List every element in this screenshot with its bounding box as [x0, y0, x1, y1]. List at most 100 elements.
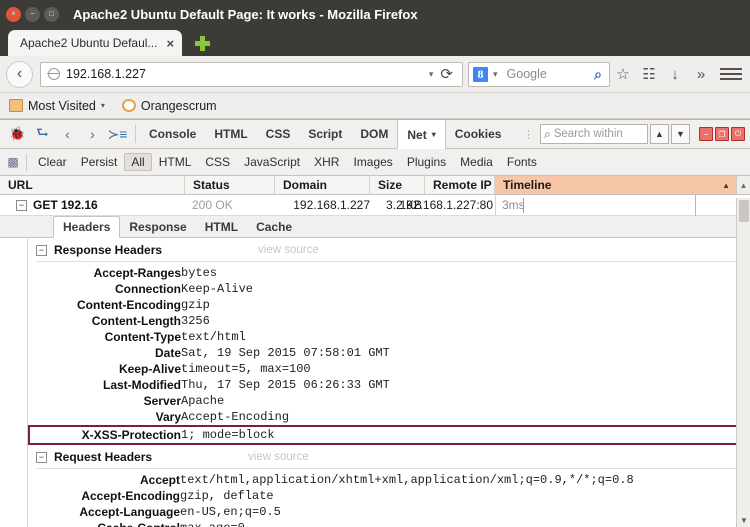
- request-headers-group-header[interactable]: − Request Headers view source: [28, 445, 750, 468]
- firebug-search-box[interactable]: ⌕ Search within: [540, 124, 648, 144]
- column-header-remote-ip[interactable]: Remote IP: [425, 176, 495, 194]
- search-input[interactable]: Google: [503, 67, 595, 81]
- url-dropdown-icon[interactable]: ▾: [424, 69, 439, 80]
- url-bar[interactable]: 192.168.1.227 ▾ ⟳: [40, 61, 463, 87]
- header-row: Vary Accept-Encoding: [29, 409, 749, 426]
- reader-mode-icon[interactable]: ☷: [636, 65, 662, 83]
- tab-net[interactable]: Net ▾: [397, 120, 446, 149]
- header-value: 3256: [181, 314, 210, 328]
- google-logo-icon: 8: [473, 66, 488, 82]
- filter-fonts[interactable]: Fonts: [500, 153, 544, 171]
- tab-dom[interactable]: DOM: [351, 120, 397, 148]
- table-row[interactable]: − GET 192.16 200 OK 192.168.1.227 3.2 KB…: [0, 195, 750, 216]
- scrollbar-down-arrow[interactable]: ▼: [737, 516, 750, 525]
- header-name: Keep-Alive: [118, 362, 181, 376]
- browser-tab-active[interactable]: Apache2 Ubuntu Defaul... ×: [8, 30, 183, 56]
- firebug-detach-button[interactable]: ❐: [715, 127, 729, 141]
- header-row: Accept-Language en-US,en;q=0.5: [28, 504, 750, 520]
- navigation-toolbar: ‹ 192.168.1.227 ▾ ⟳ 8 ▾ Google ⌕ ☆ ☷ ↓ »: [0, 56, 750, 93]
- scrollbar-thumb[interactable]: [739, 200, 749, 222]
- tab-console[interactable]: Console: [140, 120, 205, 148]
- tab-headers[interactable]: Headers: [53, 216, 121, 238]
- column-header-status[interactable]: Status: [185, 176, 275, 194]
- tab-html[interactable]: HTML: [205, 120, 256, 148]
- ring-icon: [121, 99, 136, 112]
- timeline-end-marker: [695, 195, 696, 216]
- firebug-minimize-button[interactable]: −: [699, 127, 713, 141]
- tab-label: CSS: [265, 127, 291, 141]
- cell-url[interactable]: − GET 192.16: [0, 195, 185, 215]
- url-input[interactable]: 192.168.1.227: [66, 67, 424, 81]
- firebug-toolbar-right: ⋮ ⌕ Search within ▲ ▼ − ❐ ⏻: [523, 120, 750, 148]
- folder-icon: [9, 99, 23, 112]
- globe-icon: [47, 68, 60, 80]
- filter-html[interactable]: HTML: [152, 153, 199, 171]
- filter-javascript[interactable]: JavaScript: [237, 153, 307, 171]
- tab-cookies[interactable]: Cookies: [446, 120, 511, 148]
- tab-script[interactable]: Script: [299, 120, 351, 148]
- firebug-search-input[interactable]: Search within: [554, 128, 623, 140]
- tab-label: Script: [308, 127, 343, 141]
- back-button[interactable]: ‹: [6, 60, 33, 88]
- menu-icon[interactable]: [720, 68, 742, 80]
- collapse-icon[interactable]: −: [36, 451, 47, 463]
- tab-response[interactable]: Response: [120, 217, 195, 237]
- filter-xhr[interactable]: XHR: [307, 153, 346, 171]
- tab-label: Apache2 Ubuntu Defaul...: [20, 36, 158, 50]
- search-icon[interactable]: ⌕: [594, 66, 605, 83]
- filter-plugins[interactable]: Plugins: [400, 153, 453, 171]
- cell-url-text: GET 192.16: [33, 198, 98, 212]
- collapse-icon[interactable]: −: [36, 244, 47, 256]
- minimize-icon[interactable]: −: [25, 6, 40, 22]
- tab-html-detail[interactable]: HTML: [196, 217, 247, 237]
- header-row: Cache-Controlmax-age=0: [28, 520, 750, 527]
- filter-persist[interactable]: Persist: [74, 153, 125, 171]
- filter-media[interactable]: Media: [453, 153, 500, 171]
- maximize-icon[interactable]: □: [44, 6, 59, 22]
- cell-remote-ip: 192.168.1.227:80: [399, 198, 493, 212]
- column-header-url[interactable]: URL: [0, 176, 185, 194]
- tab-cache[interactable]: Cache: [247, 217, 301, 237]
- bookmark-star-icon[interactable]: ☆: [610, 65, 636, 83]
- tab-close-icon[interactable]: ×: [166, 36, 174, 51]
- response-headers-group-header[interactable]: − Response Headers view source: [28, 238, 750, 261]
- back-icon[interactable]: ‹: [56, 126, 79, 142]
- detail-scrollbar[interactable]: ▼: [736, 198, 750, 527]
- search-next-button[interactable]: ▼: [671, 124, 690, 144]
- view-source-link[interactable]: view source: [258, 244, 319, 256]
- downloads-icon[interactable]: ↓: [662, 66, 688, 83]
- profiler-icon[interactable]: ▩: [0, 155, 26, 169]
- header-row: Content-Encoding gzip: [29, 297, 749, 313]
- search-engine-dropdown-icon[interactable]: ▾: [488, 69, 503, 80]
- tab-label: HTML: [214, 127, 248, 141]
- reload-icon[interactable]: ⟳: [438, 65, 458, 83]
- column-header-domain[interactable]: Domain: [275, 176, 370, 194]
- close-icon[interactable]: ×: [6, 6, 21, 22]
- cell-timeline-text: 3ms: [502, 198, 525, 212]
- firebug-bug-icon[interactable]: 🐞: [6, 126, 29, 142]
- row-expander-icon[interactable]: −: [16, 199, 27, 211]
- toolbar-divider: [135, 125, 136, 143]
- column-header-size[interactable]: Size: [370, 176, 425, 194]
- view-source-link[interactable]: view source: [248, 451, 309, 463]
- tab-css[interactable]: CSS: [257, 120, 300, 148]
- tab-label: DOM: [360, 127, 389, 141]
- bookmark-orangescrum[interactable]: Orangescrum: [121, 99, 217, 113]
- forward-icon[interactable]: ›: [81, 126, 104, 142]
- command-line-icon[interactable]: ≻≡: [106, 126, 129, 143]
- chevron-down-icon[interactable]: ▾: [432, 130, 436, 139]
- inspector-icon[interactable]: ⮑: [31, 122, 54, 146]
- search-previous-button[interactable]: ▲: [650, 124, 669, 144]
- firebug-close-button[interactable]: ⏻: [731, 127, 745, 141]
- filter-all[interactable]: All: [124, 153, 152, 171]
- filter-images[interactable]: Images: [346, 153, 399, 171]
- tab-label: Cookies: [454, 127, 502, 141]
- new-tab-button[interactable]: [191, 32, 213, 54]
- column-header-timeline[interactable]: Timeline ▲: [495, 176, 736, 194]
- scrollbar-up-arrow[interactable]: ▲: [736, 176, 750, 194]
- filter-clear[interactable]: Clear: [31, 153, 74, 171]
- overflow-icon[interactable]: »: [688, 66, 714, 83]
- search-bar[interactable]: 8 ▾ Google ⌕: [468, 61, 610, 87]
- bookmark-most-visited[interactable]: Most Visited ▾: [9, 99, 105, 113]
- filter-css[interactable]: CSS: [198, 153, 237, 171]
